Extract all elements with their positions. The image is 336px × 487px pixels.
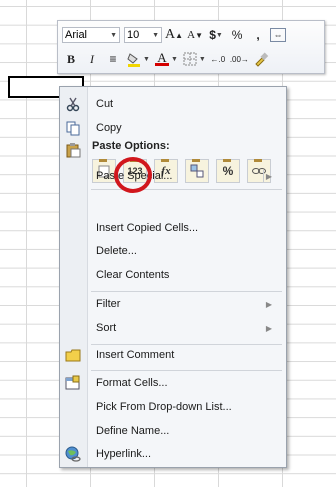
format-cells-icon (65, 375, 80, 390)
brush-icon (255, 52, 269, 67)
merge-center-icon[interactable]: ⇔ (270, 28, 287, 42)
format-painter-button[interactable] (252, 50, 270, 68)
chevron-down-icon[interactable]: ▼ (199, 56, 206, 63)
chevron-right-icon[interactable]: ▶ (266, 172, 272, 181)
copy-icon (66, 121, 80, 136)
mini-toolbar-row-1: Arial ▼ 10 ▼ A ▲ A ▼ $ ▼ % , ⇔ (62, 24, 320, 46)
font-size-dropdown[interactable]: 10 ▼ (124, 27, 162, 43)
accounting-format-button[interactable]: $ ▼ (207, 26, 225, 44)
globe-link-icon (65, 446, 81, 462)
menu-item-pick-from-list[interactable]: Pick From Drop-down List... (60, 396, 286, 418)
comma-style-button[interactable]: , (249, 26, 267, 44)
highlight-circle (114, 157, 152, 193)
menu-item-label: Clear Contents (96, 269, 170, 281)
menu-item-label: Delete... (96, 245, 137, 257)
italic-button[interactable]: I (83, 50, 101, 68)
bold-button[interactable]: B (62, 50, 80, 68)
font-name-dropdown[interactable]: Arial ▼ (62, 27, 120, 43)
chevron-right-icon: ▶ (265, 299, 272, 309)
menu-item-insert-comment[interactable]: Insert Comment (60, 344, 286, 366)
menu-item-label: Sort (96, 322, 117, 334)
menu-item-label: Hyperlink... (96, 448, 152, 460)
menu-item-label: Copy (96, 122, 122, 134)
fill-color-button[interactable] (125, 50, 143, 68)
decrease-decimal-button[interactable]: .00→ (230, 50, 249, 68)
borders-icon (183, 52, 197, 66)
menu-item-paste-special[interactable]: Paste Special... ▶ (60, 165, 286, 187)
paint-bucket-icon (127, 53, 140, 67)
center-align-button[interactable]: ≡ (104, 50, 122, 68)
increase-decimal-button[interactable]: ←.0 (209, 50, 227, 68)
paste-options-header: Paste Options: (92, 140, 170, 152)
context-menu: Cut Copy Paste Options: 123 fx % Paste S… (59, 86, 287, 468)
mini-toolbar: Arial ▼ 10 ▼ A ▲ A ▼ $ ▼ % , ⇔ B I ≡ ▼ A ▼… (57, 20, 325, 74)
menu-item-delete[interactable]: Delete... (60, 240, 286, 262)
chevron-down-icon[interactable]: ▼ (143, 56, 150, 63)
menu-separator (91, 370, 282, 371)
chevron-down-icon: ▼ (152, 31, 159, 39)
menu-item-label: Pick From Drop-down List... (96, 401, 232, 413)
menu-item-label: Insert Copied Cells... (96, 222, 199, 234)
scissors-icon (66, 97, 80, 112)
decrease-font-size-button[interactable]: A ▼ (186, 26, 204, 44)
chevron-right-icon: ▶ (265, 323, 272, 333)
font-name-value: Arial (65, 29, 88, 41)
mini-toolbar-row-2: B I ≡ ▼ A ▼ ▼ ←.0 .00→ (62, 48, 320, 70)
increase-font-size-button[interactable]: A ▲ (165, 26, 183, 44)
menu-item-filter[interactable]: Filter ▶ (60, 293, 286, 315)
menu-item-label: Format Cells... (96, 377, 168, 389)
submenu-divider (263, 170, 264, 182)
menu-item-define-name[interactable]: Define Name... (60, 420, 286, 442)
paste-options-icon (66, 143, 81, 158)
menu-item-insert-copied-cells[interactable]: Insert Copied Cells... (60, 217, 286, 239)
menu-separator (91, 291, 282, 292)
font-size-value: 10 (127, 29, 140, 41)
menu-item-hyperlink[interactable]: Hyperlink... (60, 443, 286, 465)
menu-item-format-cells[interactable]: Format Cells... (60, 372, 286, 394)
comment-icon (65, 349, 81, 362)
menu-item-label: Cut (96, 98, 114, 110)
percent-style-button[interactable]: % (228, 26, 246, 44)
menu-separator (91, 189, 282, 190)
chevron-down-icon: ▼ (110, 31, 117, 39)
menu-item-sort[interactable]: Sort ▶ (60, 317, 286, 339)
chevron-down-icon[interactable]: ▼ (171, 56, 178, 63)
menu-item-label: Define Name... (96, 425, 170, 437)
borders-button[interactable] (181, 50, 199, 68)
menu-item-clear-contents[interactable]: Clear Contents (60, 264, 286, 286)
font-color-button[interactable]: A (153, 50, 171, 68)
menu-item-label: Insert Comment (96, 349, 175, 361)
menu-item-copy[interactable]: Copy (60, 117, 286, 139)
menu-item-label: Filter (96, 298, 121, 310)
menu-item-cut[interactable]: Cut (60, 93, 286, 115)
